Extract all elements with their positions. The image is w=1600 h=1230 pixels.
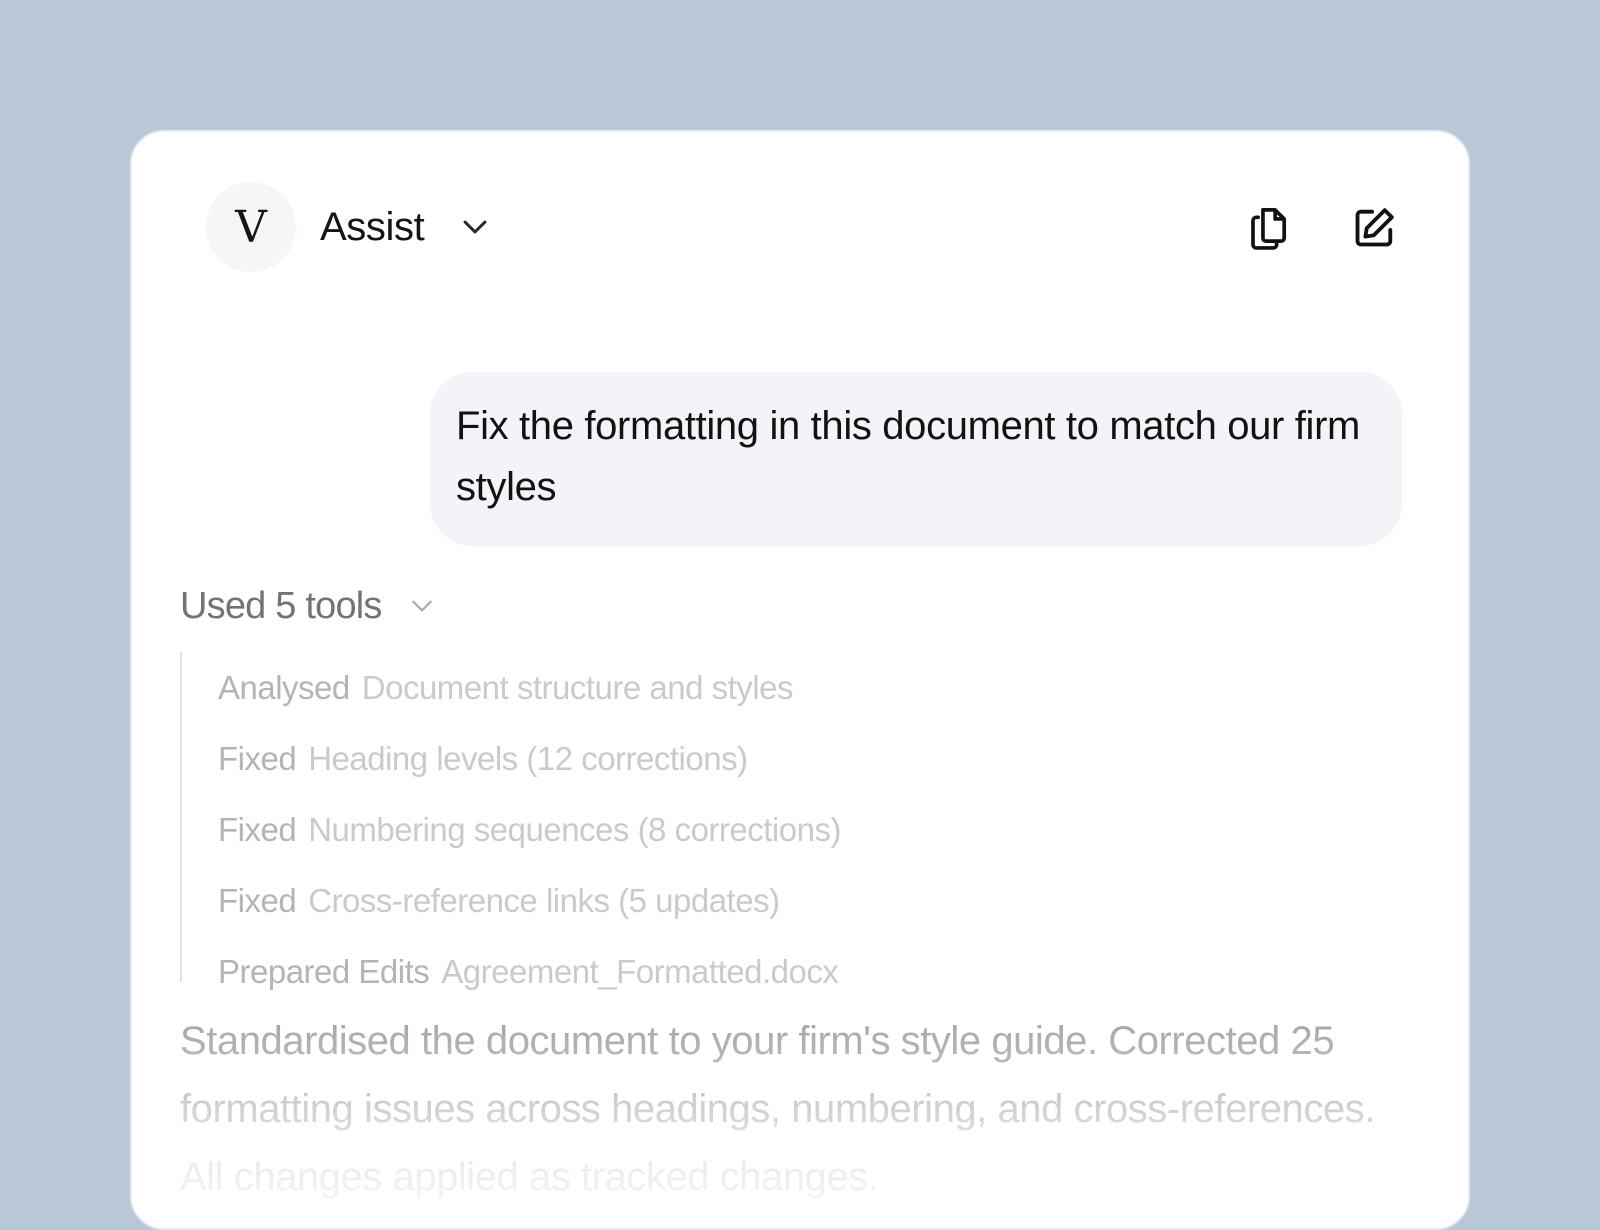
tool-step-detail: Document structure and styles xyxy=(361,668,794,706)
panel-header: V Assist xyxy=(206,182,1398,272)
assistant-mode-dropdown[interactable]: Assist xyxy=(320,203,492,251)
assistant-response: Standardised the document to your firm's… xyxy=(180,1019,1375,1199)
tool-step-detail: Heading levels (12 corrections) xyxy=(308,739,748,777)
tool-step: Prepared Edits Agreement_Formatted.docx xyxy=(218,936,940,1007)
tools-used-toggle[interactable]: Used 5 tools xyxy=(180,580,437,632)
tool-step: Analysed Document structure and styles xyxy=(218,652,940,723)
tool-step-action: Prepared Edits xyxy=(218,952,430,990)
assistant-mode-label: Assist xyxy=(320,204,425,249)
tool-steps-list: Analysed Document structure and styles F… xyxy=(180,652,940,990)
tool-step-detail: Numbering sequences (8 corrections) xyxy=(308,810,841,848)
copy-document-icon xyxy=(1250,208,1286,250)
tool-step-action: Analysed xyxy=(218,668,350,706)
tools-used-label: Used 5 tools xyxy=(180,584,382,627)
tool-step-action: Fixed xyxy=(218,739,297,777)
assistant-panel: V Assist Fix the formatting in this docu… xyxy=(130,130,1470,1230)
chevron-down-icon xyxy=(411,600,432,612)
copy-button[interactable] xyxy=(1244,204,1292,252)
header-actions xyxy=(1244,204,1398,252)
chevron-down-icon xyxy=(463,220,487,234)
tool-step-action: Fixed xyxy=(218,881,297,919)
tool-step-detail: Cross-reference links (5 updates) xyxy=(308,881,780,919)
assistant-avatar: V xyxy=(206,182,296,272)
tool-step-action: Fixed xyxy=(218,810,297,848)
tool-step-detail: Agreement_Formatted.docx xyxy=(441,952,839,990)
user-message: Fix the formatting in this document to m… xyxy=(430,372,1402,546)
edit-square-icon xyxy=(1355,208,1394,247)
tool-step: Fixed Heading levels (12 corrections) xyxy=(218,723,940,794)
new-chat-button[interactable] xyxy=(1350,204,1398,252)
tool-step: Fixed Numbering sequences (8 corrections… xyxy=(218,794,940,865)
tool-step: Fixed Cross-reference links (5 updates) xyxy=(218,865,940,936)
